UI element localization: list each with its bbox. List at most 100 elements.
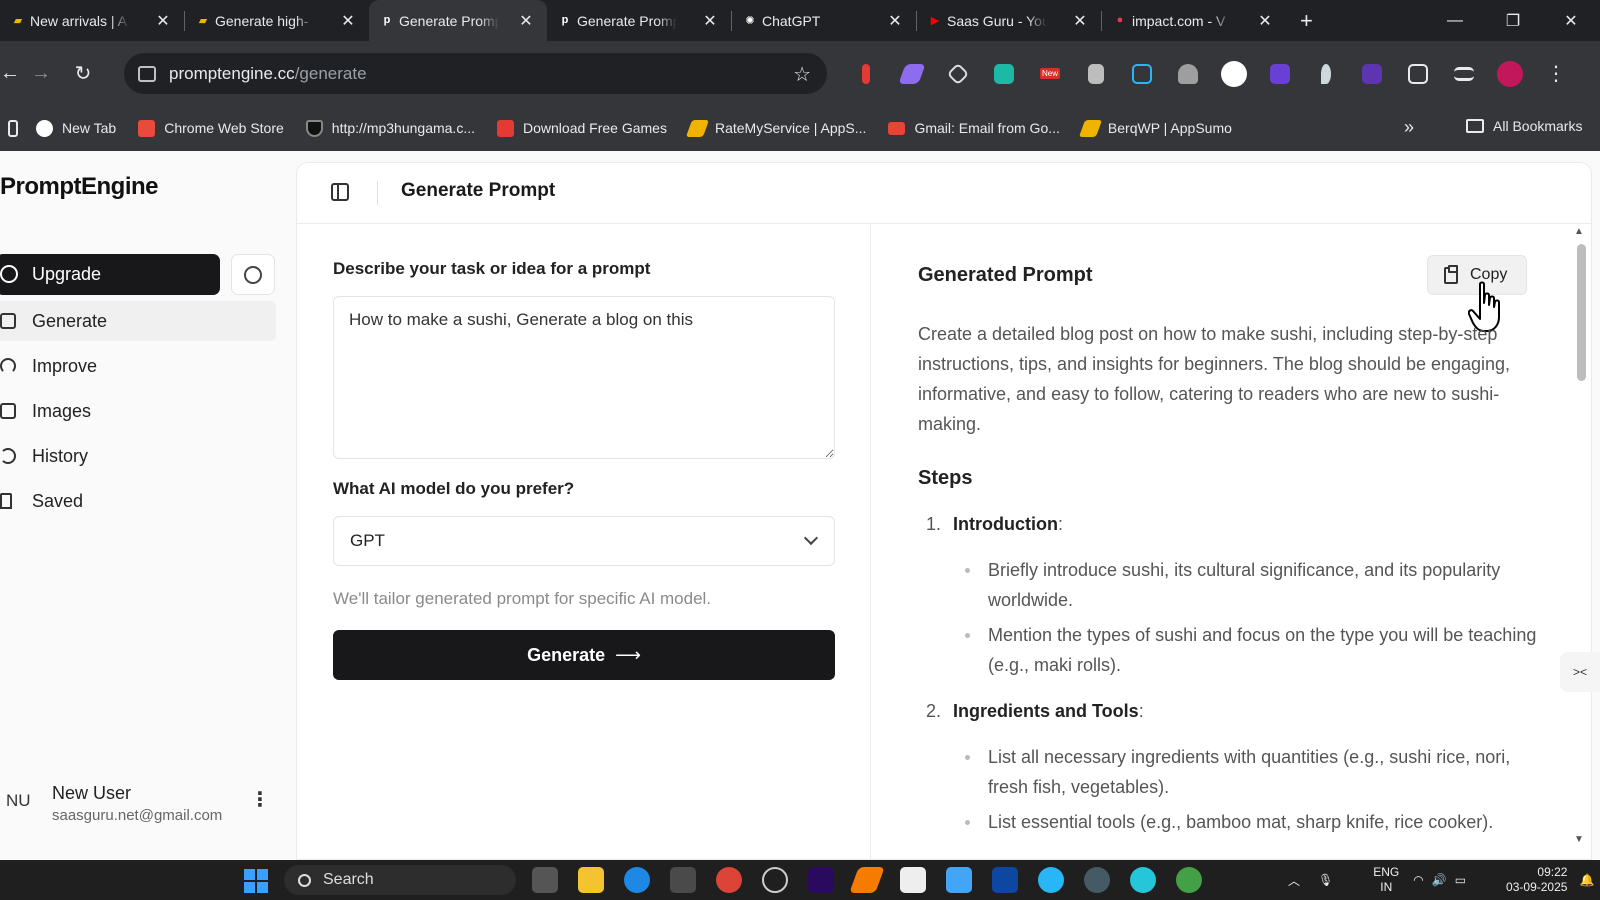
chrome-profile-icon[interactable]	[1176, 867, 1202, 893]
bookmark-star-icon[interactable]: ☆	[793, 62, 811, 87]
tab-4[interactable]: ✺ ChatGPT ✕	[732, 0, 916, 41]
p-favicon-icon: p	[561, 14, 569, 26]
scroll-up-icon[interactable]: ▲	[1574, 226, 1584, 237]
media-control-icon[interactable]	[1446, 61, 1482, 87]
clock[interactable]: 09:22 03-09-2025	[1506, 865, 1567, 895]
main-header: Generate Prompt	[297, 163, 1591, 224]
restore-icon[interactable]: ❐	[1484, 11, 1542, 31]
close-icon[interactable]: ✕	[701, 11, 719, 31]
close-icon[interactable]: ✕	[886, 11, 904, 31]
bookmark-ratemyservice[interactable]: RateMyService | AppS...	[685, 119, 867, 137]
tab-6[interactable]: ● impact.com - V ✕	[1102, 0, 1286, 41]
generate-button[interactable]: Generate ⟶	[333, 630, 835, 680]
all-bookmarks-button[interactable]: All Bookmarks	[1466, 118, 1582, 134]
sidebar-item-images[interactable]: Images	[0, 391, 276, 431]
minimize-icon[interactable]: —	[1426, 12, 1484, 30]
close-icon[interactable]: ✕	[154, 11, 172, 31]
scroll-down-icon[interactable]: ▼	[1574, 834, 1584, 845]
sidebar-toggle-icon[interactable]	[331, 183, 349, 201]
youtube-icon: ▶	[930, 14, 940, 27]
sidebar-item-label: Generate	[32, 310, 108, 331]
app-icon[interactable]	[762, 867, 788, 893]
upgrade-button[interactable]: Upgrade	[0, 254, 220, 295]
site-settings-icon[interactable]	[138, 65, 156, 82]
edge-icon[interactable]	[624, 867, 650, 893]
extension-icon[interactable]	[1170, 61, 1206, 87]
user-profile[interactable]: NU New User saasguru.net@gmail.com ⋮	[0, 771, 280, 831]
app-icon[interactable]	[1130, 867, 1156, 893]
reload-icon[interactable]: ↻	[62, 61, 104, 86]
bookmark-berqwp[interactable]: BerqWP | AppSumo	[1078, 119, 1232, 137]
bookmark-download-free-games[interactable]: Download Free Games	[497, 119, 667, 137]
extension-icon[interactable]	[1262, 61, 1298, 87]
tray-chevron-icon[interactable]: ︿	[1288, 872, 1300, 889]
file-explorer-icon[interactable]	[578, 867, 604, 893]
back-icon[interactable]: ←	[0, 62, 20, 85]
screenshot-icon[interactable]	[1124, 61, 1160, 87]
tab-3[interactable]: p Generate Promp ✕	[547, 0, 731, 41]
app-logo[interactable]: PromptEngine	[0, 173, 159, 201]
task-view-icon[interactable]	[532, 867, 558, 893]
bookmark-chrome-web-store[interactable]: Chrome Web Store	[138, 119, 284, 137]
check-button[interactable]	[231, 254, 275, 295]
app-icon[interactable]	[1084, 867, 1110, 893]
volume-icon[interactable]: 🔊	[1432, 873, 1447, 887]
notepad-icon[interactable]	[946, 867, 972, 893]
scrollbar-thumb[interactable]	[1577, 244, 1586, 381]
tab-1[interactable]: ▰ Generate high- ✕	[185, 0, 369, 41]
app-icon[interactable]	[849, 867, 885, 893]
telegram-icon[interactable]	[1038, 867, 1064, 893]
extension-icon[interactable]	[1354, 61, 1390, 87]
windows-start-icon[interactable]	[244, 869, 268, 893]
chevron-down-icon	[803, 530, 819, 546]
gmail-icon	[888, 121, 906, 135]
close-icon[interactable]: ✕	[1071, 11, 1089, 31]
sidebar-item-improve[interactable]: Improve	[0, 346, 276, 386]
forward-icon[interactable]: →	[20, 62, 62, 85]
color-picker-icon[interactable]	[940, 61, 976, 87]
extension-icon[interactable]	[848, 61, 884, 87]
premiere-icon[interactable]	[808, 867, 834, 893]
sidebar-item-saved[interactable]: Saved	[0, 481, 276, 521]
more-vertical-icon[interactable]: ⋮	[250, 787, 270, 812]
sidebar-item-generate[interactable]: Generate	[0, 301, 276, 341]
language-indicator[interactable]: ENG IN	[1373, 865, 1399, 895]
tab-5[interactable]: ▶ Saas Guru - You ✕	[917, 0, 1101, 41]
capcut-icon[interactable]	[900, 867, 926, 893]
bookmark-new-tab[interactable]: New Tab	[36, 119, 116, 137]
tab-2-active[interactable]: p Generate Promp ✕	[369, 0, 547, 41]
battery-icon[interactable]: ▭	[1455, 873, 1466, 887]
bookmark-mp3hungama[interactable]: http://mp3hungama.c...	[305, 119, 475, 137]
close-icon[interactable]: ✕	[517, 11, 535, 31]
taskbar-search[interactable]: Search	[284, 865, 516, 895]
close-icon[interactable]: ✕	[339, 11, 357, 31]
bookmark-gmail[interactable]: Gmail: Email from Go...	[888, 120, 1060, 136]
terminal-icon[interactable]	[992, 867, 1018, 893]
tab-0[interactable]: ▰ New arrivals | A ✕	[0, 0, 184, 41]
extension-new-icon[interactable]: New	[1032, 61, 1068, 87]
extension-icon[interactable]	[894, 61, 930, 87]
microphone-icon[interactable]: 🎙	[1318, 873, 1333, 887]
bookmark-label: RateMyService | AppS...	[714, 120, 867, 136]
apps-icon[interactable]	[8, 119, 18, 137]
chrome-icon[interactable]	[716, 867, 742, 893]
extension-icon[interactable]	[1216, 60, 1252, 87]
more-bookmarks-icon[interactable]: »	[1404, 117, 1414, 138]
model-select[interactable]: GPT	[333, 516, 835, 566]
task-input[interactable]: How to make a sushi, Generate a blog on …	[333, 296, 835, 459]
new-tab-button[interactable]: +	[1286, 8, 1327, 34]
extension-icon[interactable]	[1078, 61, 1114, 87]
extension-icon[interactable]	[986, 61, 1022, 87]
notifications-icon[interactable]: 🔔	[1579, 873, 1594, 887]
profile-avatar[interactable]	[1492, 60, 1528, 87]
store-icon[interactable]	[670, 867, 696, 893]
browser-menu-icon[interactable]: ⋮	[1538, 61, 1574, 87]
wifi-icon[interactable]: ◠	[1413, 873, 1423, 887]
extension-icon[interactable]	[1308, 61, 1344, 87]
close-icon[interactable]: ✕	[1256, 11, 1274, 31]
sidebar-item-history[interactable]: History	[0, 436, 276, 476]
window-close-icon[interactable]: ✕	[1542, 11, 1600, 31]
collapse-widget-icon[interactable]: ><	[1560, 652, 1600, 692]
extensions-puzzle-icon[interactable]	[1400, 61, 1436, 87]
address-bar[interactable]: promptengine.cc/generate ☆	[124, 53, 827, 94]
